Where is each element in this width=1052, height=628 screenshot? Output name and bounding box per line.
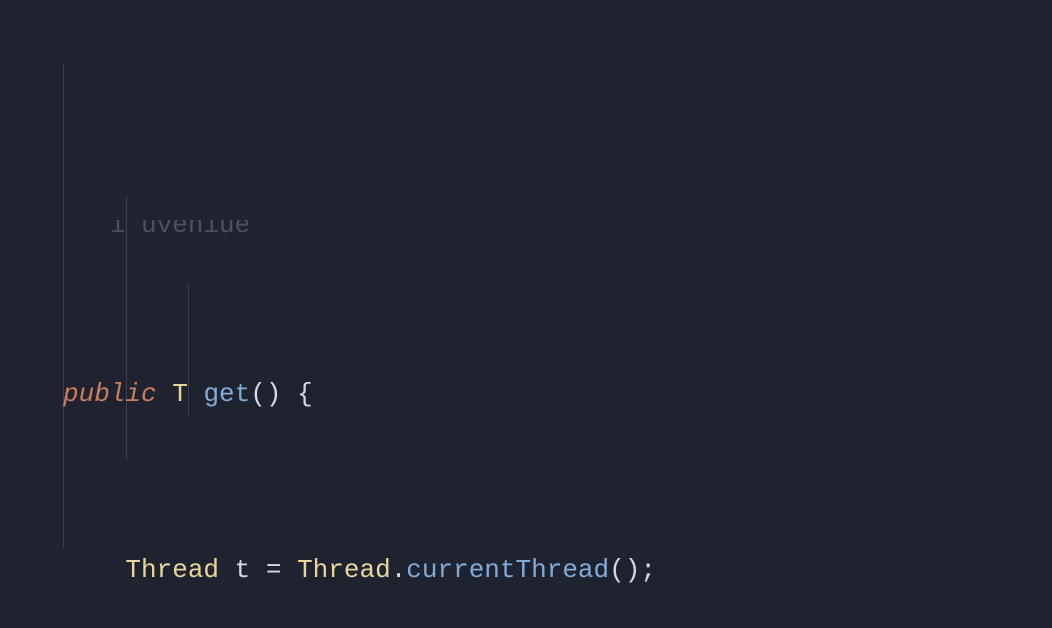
method-get: get xyxy=(203,379,250,409)
code-editor[interactable]: i uveniue public T get() { Thread t = Th… xyxy=(0,0,1052,628)
code-line: public T get() { xyxy=(0,372,1052,416)
type-thread: Thread xyxy=(125,555,219,585)
code-line: i uveniue xyxy=(0,220,1052,240)
annotation-override: i uveniue xyxy=(63,220,250,240)
type-T: T xyxy=(172,379,188,409)
method-currentthread: currentThread xyxy=(406,555,609,585)
code-line: Thread t = Thread.currentThread(); xyxy=(0,548,1052,592)
indent-guides xyxy=(0,0,1052,628)
keyword-public: public xyxy=(63,379,157,409)
